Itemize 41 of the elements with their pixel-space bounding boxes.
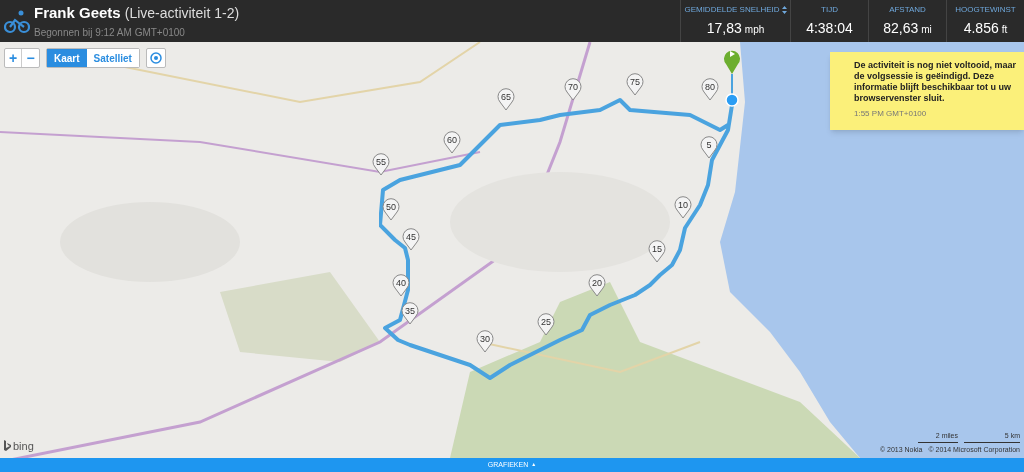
distance-marker: 80 (701, 78, 719, 100)
athlete-name: Frank Geets (34, 3, 121, 24)
stat-value: 4.856 (963, 18, 999, 38)
bing-logo-icon (4, 440, 11, 452)
distance-marker: 55 (372, 153, 390, 175)
notice-text: De activiteit is nog niet voltooid, maar de volgsessie is geëindigd. Deze informatie blijft beschikbaar tot u uw browservenster sluit. (854, 60, 1018, 104)
distance-marker: 60 (443, 131, 461, 153)
target-icon (149, 52, 162, 64)
stat-label: AFSTAND (889, 3, 926, 16)
stat-unit: ft (1001, 22, 1008, 37)
distance-marker: 5 (700, 136, 718, 158)
locate-button[interactable] (145, 48, 166, 68)
distance-marker: 25 (537, 313, 555, 335)
cyclist-icon (4, 8, 30, 34)
distance-marker: 40 (392, 274, 410, 296)
distance-marker: 50 (382, 198, 400, 220)
distance-marker: 20 (588, 274, 606, 296)
distance-marker: 75 (626, 73, 644, 95)
stat-value: 17,83 (706, 18, 742, 38)
stat-unit: mph (744, 22, 765, 37)
stat-unit: mi (921, 22, 932, 37)
distance-marker: 15 (648, 240, 666, 262)
distance-marker: 30 (476, 330, 494, 352)
stat-value: 4:38:04 (806, 18, 853, 38)
zoom-in-button[interactable]: + (5, 49, 22, 67)
zoom-out-button[interactable]: − (22, 49, 39, 67)
stat-label: GEMIDDELDE SNELHEID (684, 3, 780, 16)
sort-icon[interactable] (781, 5, 787, 14)
bing-logo: bing (13, 438, 34, 454)
notice-time: 1:55 PM GMT+0100 (854, 108, 928, 120)
activity-title: (Live-activiteit 1-2) (124, 4, 240, 24)
distance-marker: 70 (564, 78, 582, 100)
distance-marker: 45 (402, 228, 420, 250)
stat-label: HOOGTEWINST (955, 3, 1016, 16)
stat-value: 82,63 (883, 18, 919, 38)
stat-label: TIJD (821, 3, 838, 16)
distance-marker: 10 (674, 196, 692, 218)
start-time: Begonnen bij 9:12 AM GMT+0100 (34, 25, 186, 40)
distance-marker: 65 (497, 88, 515, 110)
map-view-tab[interactable]: Kaart (47, 49, 87, 67)
distance-marker: 35 (401, 302, 419, 324)
